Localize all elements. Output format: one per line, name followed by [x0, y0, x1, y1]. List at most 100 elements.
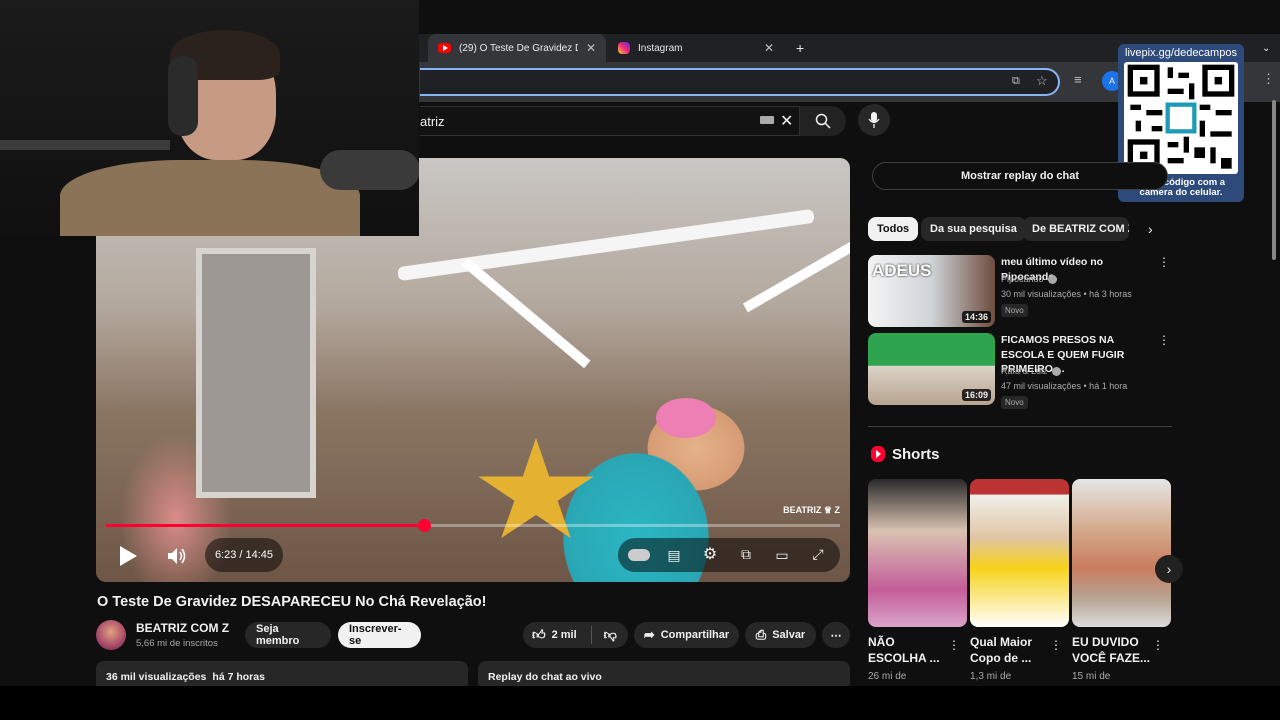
chip-all[interactable]: Todos: [868, 217, 919, 241]
install-app-icon[interactable]: ⧉: [1012, 75, 1020, 88]
divider: [590, 626, 592, 644]
verified-icon: [1047, 274, 1057, 284]
instagram-icon: [618, 42, 630, 54]
video-meta: 30 mil visualizações • há 3 horas: [1001, 289, 1132, 299]
upload-age: há 7 horas: [212, 671, 265, 683]
like-button[interactable]: 👍︎ 2 mil: [532, 627, 577, 643]
media-control-icon[interactable]: ≡: [1074, 72, 1082, 87]
webcam-frame: [320, 150, 419, 190]
video-frame: [478, 438, 594, 539]
chip-from-search[interactable]: Da sua pesquisa: [921, 217, 1026, 241]
channel-name[interactable]: BEATRIZ COM Z: [136, 621, 229, 635]
keyboard-icon[interactable]: [760, 116, 774, 124]
webcam-frame: [168, 56, 198, 136]
video-frame: [196, 248, 316, 498]
play-button[interactable]: [112, 540, 144, 572]
new-tab-button[interactable]: +: [786, 34, 812, 62]
thumbnail-text: ADEUS: [872, 261, 932, 280]
channel-name[interactable]: Rafa & Luiz: [1001, 366, 1061, 376]
divider: [868, 426, 1172, 427]
tab-search-icon[interactable]: ⌄: [1252, 34, 1278, 62]
channel-label: Pipocando: [1001, 274, 1044, 284]
theater-mode-icon[interactable]: ▭: [770, 544, 794, 566]
qr-code-icon: [1127, 64, 1235, 172]
search-button[interactable]: [800, 106, 846, 136]
shorts-icon: [871, 446, 885, 462]
like-dislike-group: 👍︎ 2 mil 👎︎: [523, 622, 628, 648]
join-button[interactable]: Seja membro: [245, 622, 331, 648]
share-label: Compartilhar: [660, 629, 730, 641]
qr-title: livepix.gg/dedecampos: [1125, 47, 1237, 59]
short-views: 1,3 mi de: [970, 671, 1012, 682]
more-actions-icon[interactable]: ⋯: [822, 622, 850, 648]
address-bar[interactable]: ⧉ ☆: [420, 68, 1060, 96]
verified-icon: [1051, 366, 1061, 376]
channel-watermark[interactable]: BEATRIZ ♕ Z: [783, 505, 840, 516]
more-actions-icon[interactable]: ⋮: [1050, 638, 1062, 652]
more-actions-icon[interactable]: ⋮: [948, 638, 960, 652]
voice-search-button[interactable]: [858, 104, 890, 136]
fullscreen-icon[interactable]: ⤢: [806, 543, 830, 565]
video-title: O Teste De Gravidez DESAPARECEU No Chá R…: [97, 594, 487, 610]
short-thumbnail[interactable]: [868, 479, 967, 627]
play-icon: [120, 546, 137, 566]
streamer-webcam-overlay: [0, 0, 419, 236]
short-title[interactable]: Qual Maior Copo de ...: [970, 634, 1052, 666]
more-actions-icon[interactable]: ⋮: [1152, 638, 1164, 652]
short-views: 26 mi de: [868, 671, 907, 682]
thumbs-up-icon: 👍︎: [532, 627, 546, 642]
progress-bar-played: [106, 524, 424, 527]
menu-kebab-icon[interactable]: ⋮: [1262, 71, 1275, 87]
autoplay-toggle[interactable]: [628, 549, 650, 561]
time-display: 6:23 / 14:45: [205, 538, 283, 572]
video-meta: 47 mil visualizações • há 1 hora: [1001, 381, 1128, 391]
short-title[interactable]: EU DUVIDO VOCÊ FAZE...: [1072, 634, 1154, 666]
chevron-right-icon[interactable]: ›: [1148, 221, 1153, 237]
volume-button[interactable]: [162, 540, 192, 572]
microphone-icon: [868, 112, 880, 128]
close-tab-icon[interactable]: ✕: [764, 41, 774, 55]
volume-icon: [168, 548, 186, 564]
page-scrollbar[interactable]: [1272, 100, 1276, 260]
tab-title: (29) O Teste De Gravidez DE: [459, 42, 578, 54]
subscribe-button[interactable]: Inscrever-se: [338, 622, 421, 648]
recommended-video[interactable]: ADEUS 14:36 meu último vídeo no Pipocand…: [868, 255, 1172, 327]
bookmark-star-icon[interactable]: ☆: [1036, 73, 1048, 89]
recommended-video[interactable]: 16:09 FICAMOS PRESOS NA ESCOLA E QUEM FU…: [868, 333, 1172, 409]
short-thumbnail[interactable]: [970, 479, 1069, 627]
show-chat-replay-button[interactable]: Mostrar replay do chat: [872, 162, 1168, 190]
short-thumbnail[interactable]: [1072, 479, 1171, 627]
video-frame: [742, 233, 850, 313]
video-duration: 16:09: [961, 389, 991, 401]
share-button[interactable]: ➦ Compartilhar: [634, 622, 739, 648]
thumbs-down-icon[interactable]: 👎︎: [604, 627, 617, 643]
progress-scrubber[interactable]: [417, 519, 431, 532]
short-views: 15 mi de: [1072, 671, 1111, 682]
clear-search-icon[interactable]: ✕: [780, 111, 793, 131]
miniplayer-icon[interactable]: ⧉: [734, 543, 758, 565]
tab-youtube[interactable]: (29) O Teste De Gravidez DE ✕: [428, 34, 606, 62]
tab-instagram[interactable]: Instagram ✕: [608, 34, 784, 62]
video-frame: [656, 398, 716, 438]
settings-gear-icon[interactable]: ⚙: [698, 543, 722, 565]
letterbox-bar: [0, 686, 1280, 720]
short-title[interactable]: NÃO ESCOLHA ...: [868, 634, 950, 666]
video-thumbnail[interactable]: 16:09: [868, 333, 995, 405]
webcam-frame: [60, 160, 360, 236]
more-actions-icon[interactable]: ⋮: [1158, 333, 1170, 347]
subtitles-icon[interactable]: ▤: [662, 544, 686, 566]
channel-name[interactable]: Pipocando: [1001, 274, 1057, 284]
chevron-right-icon[interactable]: ›: [1155, 555, 1183, 583]
search-box[interactable]: atriz ✕: [420, 106, 800, 136]
bookmark-icon: ⎙: [755, 627, 767, 642]
new-badge: Novo: [1001, 396, 1028, 409]
search-input[interactable]: atriz: [420, 114, 445, 129]
close-tab-icon[interactable]: ✕: [586, 41, 596, 55]
video-thumbnail[interactable]: ADEUS 14:36: [868, 255, 995, 327]
channel-avatar[interactable]: [96, 620, 126, 650]
chip-from-channel[interactable]: De BEATRIZ COM Z: [1023, 217, 1129, 241]
search-icon: [815, 113, 831, 129]
save-label: Salvar: [772, 629, 806, 641]
more-actions-icon[interactable]: ⋮: [1158, 255, 1170, 269]
save-button[interactable]: ⎙ Salvar: [745, 622, 816, 648]
